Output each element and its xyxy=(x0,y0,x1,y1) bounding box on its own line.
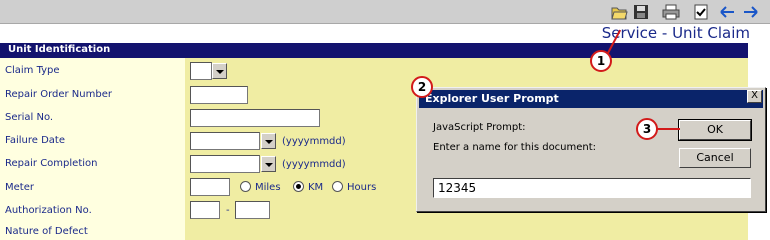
km-radio[interactable] xyxy=(293,181,304,192)
checklist-icon[interactable] xyxy=(692,3,710,21)
page-title: Service - Unit Claim xyxy=(601,24,750,42)
serial-label: Serial No. xyxy=(5,112,54,123)
chevron-down-icon[interactable] xyxy=(212,63,227,79)
failure-date-hint: (yyyymmdd) xyxy=(282,136,346,147)
claim-type-select[interactable] xyxy=(190,62,212,80)
forward-arrow-icon[interactable] xyxy=(742,3,760,21)
repair-order-input[interactable] xyxy=(190,86,248,104)
dialog-title: Explorer User Prompt xyxy=(419,90,763,108)
save-icon[interactable] xyxy=(632,3,650,21)
miles-label: Miles xyxy=(255,182,281,193)
callout-3: 3 xyxy=(636,118,658,140)
authorization-label: Authorization No. xyxy=(5,205,92,216)
callout-arrow-3 xyxy=(656,128,680,130)
serial-input[interactable] xyxy=(190,109,320,127)
failure-date-label: Failure Date xyxy=(5,135,65,146)
meter-input[interactable] xyxy=(190,178,230,196)
auth-separator: - xyxy=(226,205,230,216)
back-arrow-icon[interactable] xyxy=(718,3,736,21)
authorization-input-2[interactable] xyxy=(235,201,270,219)
calendar-dropdown-icon[interactable] xyxy=(261,156,276,172)
meter-label: Meter xyxy=(5,182,34,193)
repair-completion-input[interactable] xyxy=(190,155,260,173)
close-icon[interactable]: X xyxy=(747,90,762,103)
callout-2: 2 xyxy=(411,76,433,98)
callout-1: 1 xyxy=(590,50,612,72)
failure-date-input[interactable] xyxy=(190,132,260,150)
repair-completion-label: Repair Completion xyxy=(5,158,98,169)
print-icon[interactable] xyxy=(662,3,680,21)
repair-completion-hint: (yyyymmdd) xyxy=(282,159,346,170)
hours-label: Hours xyxy=(347,182,377,193)
claim-type-label: Claim Type xyxy=(5,65,60,76)
repair-order-label: Repair Order Number xyxy=(5,89,112,100)
ok-button[interactable]: OK xyxy=(678,119,752,141)
km-label: KM xyxy=(308,182,324,193)
hours-radio[interactable] xyxy=(332,181,343,192)
cancel-button[interactable]: Cancel xyxy=(679,148,751,168)
section-header: Unit Identification xyxy=(0,43,748,58)
open-folder-icon[interactable] xyxy=(610,3,628,21)
nature-of-defect-label: Nature of Defect xyxy=(5,226,88,237)
prompt-dialog: Explorer User Prompt X JavaScript Prompt… xyxy=(416,87,766,212)
dialog-prompt-label: JavaScript Prompt: xyxy=(433,122,526,133)
document-name-input[interactable]: 12345 xyxy=(433,178,751,198)
miles-radio[interactable] xyxy=(240,181,251,192)
authorization-input-1[interactable] xyxy=(190,201,220,219)
toolbar xyxy=(0,0,770,24)
calendar-dropdown-icon[interactable] xyxy=(261,133,276,149)
dialog-message: Enter a name for this document: xyxy=(433,142,597,153)
